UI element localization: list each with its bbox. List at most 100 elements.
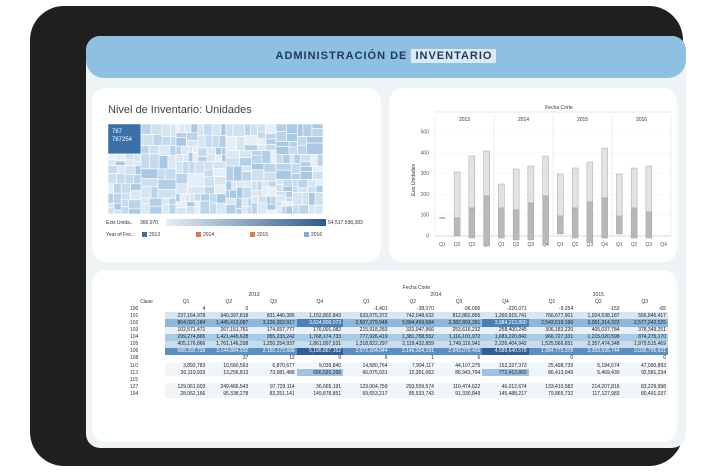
treemap-cell[interactable] (270, 195, 277, 205)
treemap-cell[interactable] (285, 205, 293, 214)
treemap-cell[interactable] (113, 203, 122, 211)
treemap-cell[interactable] (214, 184, 227, 195)
treemap-cell[interactable] (150, 186, 159, 199)
treemap-cell[interactable] (285, 197, 293, 203)
treemap-cell[interactable] (168, 204, 177, 214)
treemap-cell[interactable] (204, 176, 215, 188)
treemap-chart[interactable] (108, 124, 323, 214)
treemap-cell[interactable] (148, 145, 160, 155)
treemap-cell[interactable] (161, 197, 170, 205)
treemap-cell[interactable] (197, 134, 206, 148)
box-upper[interactable] (586, 161, 594, 203)
box-upper[interactable] (483, 150, 490, 197)
treemap-cell[interactable] (108, 192, 114, 204)
treemap-cell[interactable] (184, 124, 192, 133)
treemap-cell[interactable] (204, 134, 213, 148)
treemap-cell[interactable] (128, 208, 142, 214)
treemap-cell[interactable] (275, 191, 287, 196)
treemap-cell[interactable] (186, 132, 199, 141)
treemap-cell[interactable] (140, 186, 152, 199)
box-lower[interactable] (512, 209, 520, 241)
treemap-cell[interactable] (168, 197, 177, 205)
treemap-cell[interactable] (244, 144, 258, 151)
box-lower[interactable] (483, 195, 490, 247)
treemap-cell[interactable] (140, 177, 159, 188)
treemap-cell[interactable] (236, 180, 245, 188)
treemap-cell[interactable] (117, 165, 126, 174)
treemap-cell[interactable] (194, 193, 201, 202)
treemap-cell[interactable] (275, 184, 284, 192)
treemap-cell[interactable] (307, 179, 317, 188)
treemap-cell[interactable] (124, 159, 134, 167)
treemap-cell[interactable] (218, 135, 227, 148)
treemap-cell[interactable] (311, 124, 323, 129)
treemap-cell[interactable] (175, 183, 188, 195)
treemap-cell[interactable] (169, 145, 177, 156)
treemap-cell[interactable] (192, 145, 199, 153)
treemap-cell[interactable] (292, 204, 300, 214)
treemap-cell[interactable] (265, 124, 277, 134)
treemap-cell[interactable] (256, 180, 263, 192)
treemap-cell[interactable] (285, 201, 293, 207)
treemap-cell[interactable] (235, 208, 243, 214)
treemap-cell[interactable] (292, 186, 299, 193)
treemap-cell[interactable] (188, 161, 196, 174)
treemap-cell[interactable] (298, 204, 309, 214)
treemap-cell[interactable] (187, 173, 205, 187)
treemap-cell[interactable] (241, 197, 249, 207)
treemap-cell[interactable] (108, 207, 115, 214)
treemap-cell[interactable] (308, 204, 316, 214)
treemap-cell[interactable] (282, 154, 291, 164)
box-upper[interactable] (601, 147, 608, 199)
treemap-cell[interactable] (251, 180, 258, 192)
treemap-cell[interactable] (178, 124, 186, 133)
treemap-cell[interactable] (266, 195, 271, 205)
box-lower[interactable] (453, 217, 461, 237)
treemap-cell[interactable] (293, 154, 301, 164)
treemap-cell[interactable] (225, 136, 237, 151)
treemap-cell[interactable] (275, 169, 292, 180)
treemap-cell[interactable] (140, 134, 154, 146)
treemap-cell[interactable] (246, 206, 252, 214)
treemap-cell[interactable] (236, 136, 246, 151)
treemap-cell[interactable] (203, 124, 213, 136)
box-lower[interactable] (601, 197, 608, 239)
treemap-cell[interactable] (140, 153, 150, 170)
treemap-cell[interactable] (225, 124, 234, 137)
treemap-cell[interactable] (200, 193, 210, 202)
treemap-cell[interactable] (308, 192, 316, 206)
treemap-cell[interactable] (114, 160, 126, 166)
treemap-cell[interactable] (149, 205, 163, 214)
treemap-cell[interactable] (188, 145, 193, 153)
box-plot-chart[interactable]: Fecha Corte Exis Unidades 0 100 200 300 400 500… (389, 88, 677, 262)
box-upper[interactable] (498, 183, 505, 209)
treemap-cell[interactable] (130, 190, 142, 201)
box-upper[interactable] (468, 155, 476, 209)
treemap-cell[interactable] (266, 209, 277, 214)
box-lower[interactable] (645, 211, 653, 239)
treemap-cell[interactable] (236, 186, 244, 199)
treemap-cell[interactable] (312, 171, 323, 180)
treemap-cell[interactable] (181, 145, 189, 155)
treemap-cell[interactable] (225, 204, 237, 214)
treemap-cell[interactable] (261, 180, 269, 188)
treemap-cell[interactable] (158, 145, 171, 156)
treemap-cell[interactable] (167, 155, 177, 170)
treemap-cell[interactable] (244, 180, 252, 188)
treemap-cell[interactable] (152, 134, 163, 146)
treemap-cell[interactable] (175, 161, 183, 174)
box-lower[interactable] (527, 202, 535, 241)
treemap-cell[interactable] (116, 173, 126, 185)
treemap-cell[interactable] (158, 155, 169, 170)
treemap-cell[interactable] (120, 192, 131, 201)
box-lower[interactable] (571, 207, 579, 239)
box-upper[interactable] (542, 155, 549, 197)
treemap-cell[interactable] (290, 173, 301, 180)
box-lower[interactable] (542, 195, 549, 245)
box-lower[interactable] (498, 207, 505, 239)
treemap-cell[interactable] (251, 202, 258, 214)
treemap-cell[interactable] (157, 189, 177, 199)
treemap-cell[interactable] (197, 124, 204, 136)
treemap-cell[interactable] (186, 201, 196, 207)
treemap-cell[interactable] (120, 206, 129, 214)
